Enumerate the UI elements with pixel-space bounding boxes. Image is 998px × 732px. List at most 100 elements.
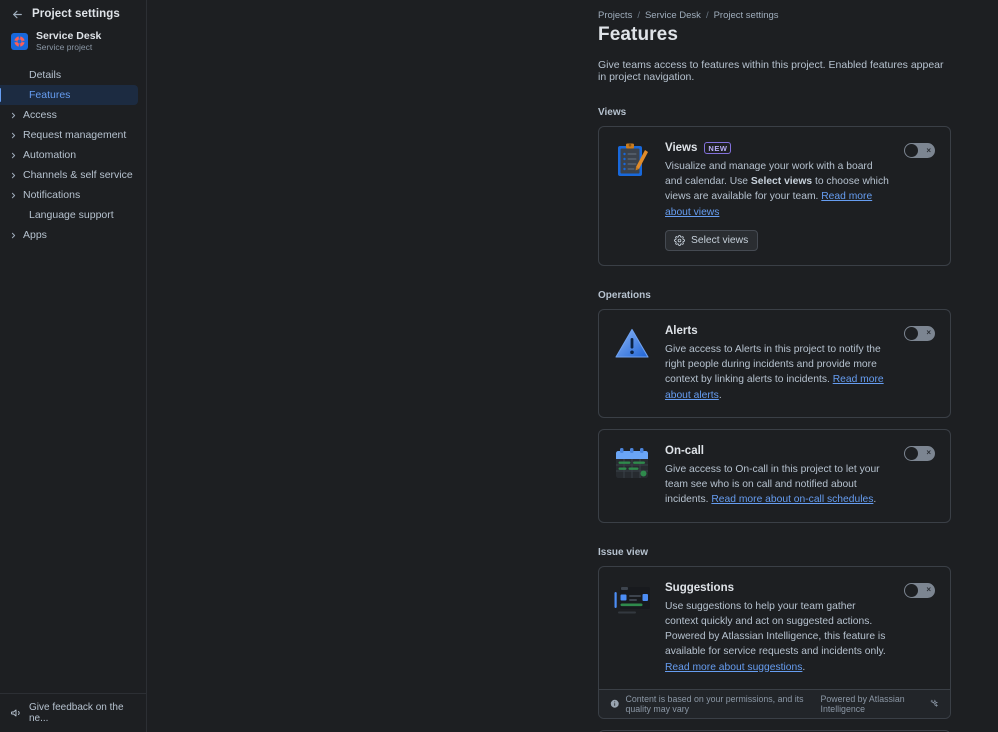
section-label-views: Views [598,107,627,118]
close-icon: × [926,328,931,338]
sidebar-item-details[interactable]: Details [0,65,138,85]
feature-card-text: Suggestions Use suggestions to help your … [665,581,890,675]
feature-title: Suggestions [665,581,735,594]
footer-disclaimer-text: Content is based on your permissions, an… [625,693,804,714]
sidebar-title: Project settings [32,8,120,20]
megaphone-icon [10,707,22,719]
feature-card-title-row: Alerts [665,325,890,337]
service-desk-icon [11,32,28,50]
chevron-right-icon[interactable] [7,111,19,120]
alert-triangle-icon [612,324,652,364]
sidebar-nav: Details Features Access Request management A… [0,60,146,245]
breadcrumb-separator: / [637,10,640,21]
feature-card-views: Views NEW Visualize and manage your work w… [598,126,951,266]
atlassian-intelligence-icon [930,699,939,708]
project-name: Service Desk [36,30,102,42]
feature-title: Views [665,142,698,154]
breadcrumb: Projects / Service Desk / Project settings [598,10,951,21]
feature-card-title-row: Views NEW [665,142,890,154]
close-icon: × [926,145,931,155]
calendar-icon [612,444,652,484]
sidebar-item-automation[interactable]: Automation [0,145,138,165]
feature-card-text: On-call Give access to On-call in this pr… [665,444,890,508]
chevron-right-icon[interactable] [7,231,19,240]
toggle-container: × [903,141,935,251]
feature-card-body: Suggestions Use suggestions to help your … [599,567,950,689]
sidebar-item-label: Notifications [23,189,81,202]
feature-title: On-call [665,444,704,457]
toggle-knob [905,326,918,340]
sidebar-item-label: Language support [29,209,114,222]
gear-icon [674,234,685,246]
feature-card-text: Views NEW Visualize and manage your work w… [665,141,890,251]
feature-card-body: Views NEW Visualize and manage your work w… [599,127,950,265]
app-root: Project settings Service Desk Service pr… [0,0,998,732]
feature-card-body: On-call Give access to On-call in this pr… [599,430,950,522]
breadcrumb-separator: / [705,10,709,21]
close-icon: × [926,448,931,458]
sidebar-item-label: Features [29,89,71,102]
main-content: Projects / Service Desk / Project settings F… [147,0,998,732]
select-views-button[interactable]: Select views [665,229,759,251]
info-icon [610,699,620,709]
feature-toggle-alerts[interactable]: × [904,325,935,341]
give-feedback-button[interactable]: Give feedback on the ne... [0,693,146,732]
sidebar-item-notifications[interactable]: Notifications [0,185,138,205]
sidebar-item-features[interactable]: Features [0,85,138,106]
toggle-knob [905,144,918,157]
sidebar-header: Project settings [0,0,146,27]
give-feedback-label: Give feedback on the ne... [29,702,124,724]
feature-desc-text: . [802,661,806,673]
chevron-right-icon[interactable] [7,151,19,160]
features-sections: Views Views NEW Visualize and manage your … [598,107,951,732]
section-label-operations: Operations [598,289,651,301]
sidebar-item-apps[interactable]: Apps [0,225,138,245]
page-description: Give teams access to features within thi… [598,59,944,83]
feature-link[interactable]: Read more about suggestions [665,662,802,673]
project-subtitle: Service project [36,42,93,53]
chevron-right-icon[interactable] [7,171,19,180]
breadcrumb-item-3[interactable]: Project settings [714,10,779,21]
sidebar-item-label: Details [29,69,62,82]
chevron-right-icon[interactable] [7,191,19,200]
feature-card-text: Alerts Give access to Alerts in this proj… [665,324,890,403]
feature-desc-text: . [873,494,877,506]
feature-description: Visualize and manage your work with a bo… [665,159,890,220]
feature-toggle-views[interactable]: × [904,143,935,158]
footer-right: Powered by Atlassian Intelligence [821,694,939,714]
sidebar-item-label: Request management [23,129,127,142]
sidebar-item-label: Access [23,109,57,122]
sidebar-item-language-support[interactable]: Language support [0,205,138,225]
arrow-left-icon[interactable] [10,7,24,21]
section-label-issue-view: Issue view [598,546,649,558]
new-badge: NEW [704,142,732,154]
sidebar-project[interactable]: Service Desk Service project [0,27,146,60]
toggle-container: × [903,324,935,403]
feature-description: Use suggestions to help your team gather… [665,599,890,675]
feature-description: Give access to On-call in this project t… [665,462,890,508]
sidebar-item-request-management[interactable]: Request management [0,125,138,145]
feature-toggle-suggestions[interactable]: × [904,582,935,598]
sidebar: Project settings Service Desk Service pr… [0,0,147,732]
feature-description: Give access to Alerts in this project to… [665,342,890,403]
clipboard-icon [612,141,652,181]
feature-card-on-call: On-call Give access to On-call in this pr… [598,428,951,523]
feature-card-suggestions: Suggestions Use suggestions to help your … [598,565,951,719]
feature-toggle-on-call[interactable]: × [904,445,935,461]
breadcrumb-item-2[interactable]: Service Desk [645,10,701,21]
sidebar-item-label: Channels & self service [23,169,133,182]
suggestions-panel-icon [612,581,652,621]
powered-by-label: Powered by Atlassian Intelligence [820,693,905,714]
close-icon: × [926,585,931,595]
sidebar-item-access[interactable]: Access [0,105,138,125]
page-title: Features [598,24,679,45]
sidebar-item-channels-self-service[interactable]: Channels & self service [0,165,138,185]
feature-link[interactable]: Read more about on-call schedules [711,494,873,505]
feature-card-title-row: Suggestions [665,582,890,594]
chevron-right-icon[interactable] [7,131,19,140]
sidebar-item-label: Apps [23,229,47,242]
toggle-container: × [903,581,935,675]
breadcrumb-item-1[interactable]: Projects [598,10,632,21]
toggle-container: × [903,444,935,508]
feature-desc-text: Use suggestions to help your team gather… [665,600,886,658]
